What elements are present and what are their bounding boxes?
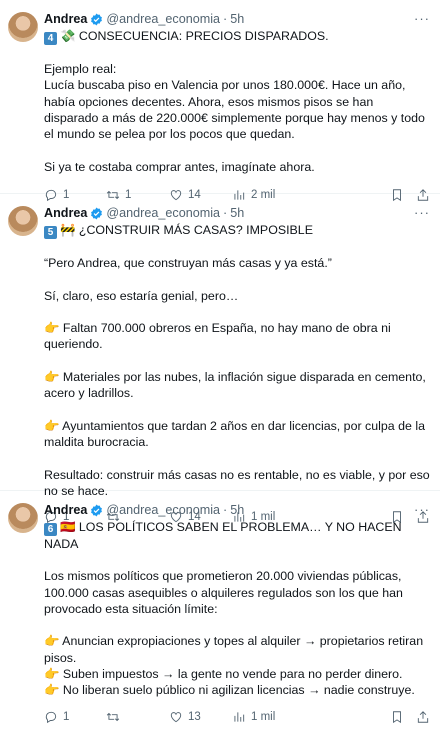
tweet-text: Los mismos políticos que prometieron 20.…	[44, 569, 424, 698]
author-handle[interactable]: @andrea_economia	[106, 502, 220, 518]
tweet-header: Andrea @andrea_economia · 5h	[44, 11, 430, 27]
like-button[interactable]: 13	[169, 710, 232, 724]
heading-text: 🇪🇸 LOS POLÍTICOS SABEN EL PROBLEMA… Y NO…	[44, 520, 406, 551]
tweet-text: Ejemplo real: Lucía buscaba piso en Vale…	[44, 62, 425, 174]
action-right	[390, 710, 430, 724]
heading-text: 💸 CONSECUENCIA: PRECIOS DISPARADOS.	[60, 29, 329, 43]
tweet-1[interactable]: ··· Andrea @andrea_economia · 5h 4 💸 CONS…	[0, 0, 440, 202]
view-count: 1 mil	[251, 710, 276, 723]
like-count: 13	[188, 710, 201, 723]
author-handle[interactable]: @andrea_economia	[106, 205, 220, 221]
tweet-heading: 5 🚧 ¿CONSTRUIR MÁS CASAS? IMPOSIBLE	[44, 222, 430, 239]
tweet-header: Andrea @andrea_economia · 5h	[44, 205, 430, 221]
timestamp[interactable]: 5h	[230, 205, 244, 221]
more-icon[interactable]: ···	[414, 502, 430, 517]
more-icon[interactable]: ···	[414, 205, 430, 220]
keycap-icon: 4	[44, 32, 57, 45]
author-name[interactable]: Andrea	[44, 205, 87, 221]
heading-text: 🚧 ¿CONSTRUIR MÁS CASAS? IMPOSIBLE	[60, 223, 313, 237]
views-icon	[234, 712, 245, 722]
tweet-2[interactable]: ··· Andrea @andrea_economia · 5h 5 🚧 ¿CON…	[0, 194, 440, 524]
tweet-header: Andrea @andrea_economia · 5h	[44, 502, 430, 518]
thread: ··· Andrea @andrea_economia · 5h 4 💸 CONS…	[0, 0, 440, 723]
tweet-text: “Pero Andrea, que construyan más casas y…	[44, 256, 430, 499]
timestamp[interactable]: 5h	[230, 11, 244, 27]
separator-dot: ·	[223, 12, 228, 26]
keycap-icon: 5	[44, 226, 57, 239]
verified-badge-icon	[91, 504, 103, 516]
tweet-heading: 4 💸 CONSECUENCIA: PRECIOS DISPARADOS.	[44, 28, 430, 45]
verified-badge-icon	[91, 207, 103, 219]
bookmark-button[interactable]	[390, 710, 404, 724]
tweet-3[interactable]: ··· Andrea @andrea_economia · 5h 6 🇪🇸 LOS…	[0, 491, 440, 723]
timestamp[interactable]: 5h	[230, 502, 244, 518]
more-icon[interactable]: ···	[414, 11, 430, 26]
action-bar: 1 13 1 mil	[44, 701, 430, 733]
retweet-icon	[106, 712, 120, 721]
avatar[interactable]	[8, 206, 38, 236]
avatar[interactable]	[8, 12, 38, 42]
separator-dot: ·	[223, 503, 228, 517]
views-button[interactable]: 1 mil	[232, 710, 292, 724]
reply-icon	[45, 711, 57, 723]
bookmark-icon	[393, 710, 401, 723]
author-handle[interactable]: @andrea_economia	[106, 11, 220, 27]
heart-icon	[170, 711, 182, 722]
retweet-button[interactable]	[106, 710, 169, 724]
tweet-heading: 6 🇪🇸 LOS POLÍTICOS SABEN EL PROBLEMA… Y N…	[44, 519, 430, 552]
reply-button[interactable]: 1	[44, 710, 106, 724]
author-name[interactable]: Andrea	[44, 11, 87, 27]
share-icon	[417, 710, 429, 723]
keycap-icon: 6	[44, 523, 57, 536]
avatar[interactable]	[8, 503, 38, 533]
reply-count: 1	[63, 710, 70, 723]
author-name[interactable]: Andrea	[44, 502, 87, 518]
share-button[interactable]	[416, 710, 430, 724]
separator-dot: ·	[223, 206, 228, 220]
verified-badge-icon	[91, 13, 103, 25]
